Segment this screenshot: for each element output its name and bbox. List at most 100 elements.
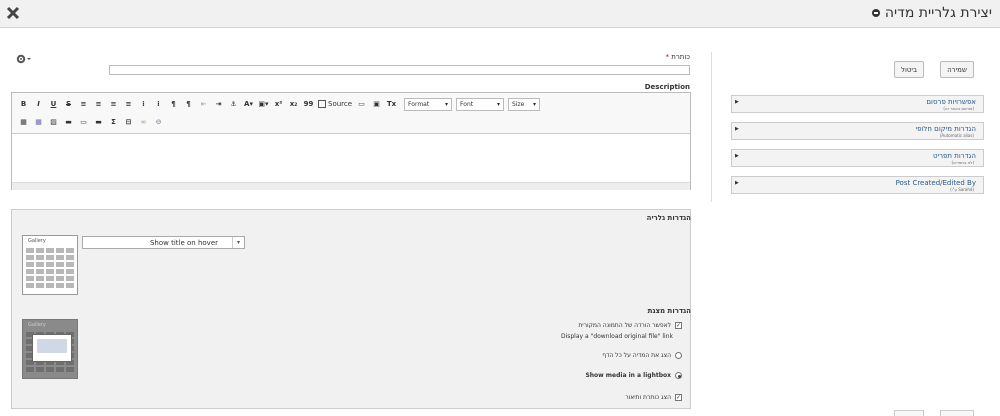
align-left-icon[interactable]: ≡	[76, 97, 91, 112]
description-label: Description	[644, 83, 690, 91]
align-center-icon[interactable]: ≡	[91, 97, 106, 112]
media-icon[interactable]: ▬	[61, 115, 76, 130]
save-button[interactable]: שמירה	[940, 61, 974, 78]
chevron-down-icon: ▾	[533, 100, 537, 108]
bold-button[interactable]: B	[16, 97, 31, 112]
display-settings-title: הגדרות מצגת	[647, 307, 691, 315]
column-divider	[711, 52, 712, 202]
publishing-options-panel[interactable]: ▶ אפשרויות פרסום (פורסם באתר זה)	[731, 95, 984, 113]
embed-icon[interactable]: ▭	[76, 115, 91, 130]
bullet-list-icon[interactable]: ⁝	[136, 97, 151, 112]
expand-icon: ▶	[735, 153, 739, 159]
iframe-icon[interactable]: ⊟	[121, 115, 136, 130]
rtl-icon[interactable]: ¶	[166, 97, 181, 112]
paste-icon[interactable]: ▣	[369, 97, 384, 112]
font-label: Font	[460, 100, 474, 108]
title-input[interactable]	[109, 65, 690, 75]
show-title-option[interactable]: ✓ הצג כותרת ותיאור	[625, 394, 682, 401]
fullpage-option[interactable]: הצג את המדיה על כל הדף	[602, 352, 682, 359]
image-icon[interactable]: ▨	[46, 115, 61, 130]
ltr-icon[interactable]: ¶	[181, 97, 196, 112]
link-icon[interactable]: ∞	[136, 115, 151, 130]
panel-subtitle: (לא בתפריט)	[951, 160, 974, 165]
editor-content-area[interactable]	[12, 133, 690, 183]
grid-icon[interactable]: ▦	[31, 115, 46, 130]
underline-button[interactable]: U	[46, 97, 61, 112]
size-select[interactable]: Size ▾	[508, 97, 541, 111]
gallery-grid-thumbnail: Gallery	[22, 235, 78, 295]
source-button[interactable]: Source	[316, 97, 354, 112]
title-label-text: כותרת	[671, 53, 690, 61]
cancel-button[interactable]: ביטול	[894, 61, 924, 78]
url-alias-panel[interactable]: ▶ הגדרות מיקום חלופי (Automatic alias)	[731, 122, 984, 140]
strikethrough-button[interactable]: S	[61, 97, 76, 112]
bg-color-icon[interactable]: ▣▾	[256, 97, 271, 112]
panel-subtitle: (פורסם באתר זה)	[943, 106, 974, 111]
panel-title: הגדרות מיקום חלופי	[915, 125, 976, 133]
italic-button[interactable]: I	[31, 97, 46, 112]
lightbox-option[interactable]: Show media in a lightbox	[585, 372, 682, 379]
font-select[interactable]: Font ▾	[456, 97, 505, 111]
menu-settings-panel[interactable]: ▶ הגדרות תפריט (לא בתפריט)	[731, 149, 984, 167]
thumbnail-grid	[26, 248, 76, 288]
justify-icon[interactable]: ≡	[121, 97, 136, 112]
subscript-icon[interactable]: x₂	[286, 97, 301, 112]
gallery-settings-title: הגדרות גלריה	[646, 214, 691, 222]
fullpage-radio[interactable]	[675, 352, 682, 359]
unlink-icon[interactable]: ⊖	[151, 115, 166, 130]
collapse-icon[interactable]	[871, 9, 880, 17]
download-original-label: לאפשר הורדה של התמונה המקורית	[578, 322, 671, 329]
dialog-title-text: יצירת גלריית מדיה	[884, 5, 992, 21]
blockquote-icon[interactable]: 99	[301, 97, 316, 112]
panel-subtitle: (ע"י Sarahd)	[950, 187, 974, 192]
lightbox-thumbnail: Gallery	[22, 319, 78, 379]
table-icon[interactable]: ▦	[16, 115, 31, 130]
panel-title: הגדרות תפריט	[933, 152, 976, 160]
lightbox-radio[interactable]	[675, 372, 682, 379]
thumbnail-caption: Gallery	[28, 238, 46, 244]
indent-icon[interactable]: ⇥	[211, 97, 226, 112]
download-original-checkbox[interactable]: ✓	[675, 322, 682, 329]
format-label: Format	[408, 100, 430, 108]
align-right-icon[interactable]: ≡	[106, 97, 121, 112]
authoring-info-panel[interactable]: ▶ Post Created/Edited By (ע"י Sarahd)	[731, 176, 984, 194]
numbered-list-icon[interactable]: ⁝	[151, 97, 166, 112]
expand-icon: ▶	[735, 180, 739, 186]
expand-icon: ▶	[735, 126, 739, 132]
format-select[interactable]: Format ▾	[404, 97, 453, 111]
chevron-down-icon: ▾	[497, 100, 501, 108]
text-color-icon[interactable]: A▾	[241, 97, 256, 112]
hover-behavior-select[interactable]: Show title on hover ▾	[82, 236, 245, 249]
outdent-icon[interactable]: ⇤	[196, 97, 211, 112]
bottom-cancel-button[interactable]	[894, 410, 924, 416]
source-icon	[318, 100, 326, 108]
bottom-save-button[interactable]	[940, 410, 974, 416]
panel-title: Post Created/Edited By	[895, 179, 976, 187]
editor-toolbar-row2: ▦ ▦ ▨ ▬ ▭ ▬ Σ ⊟ ∞ ⊖	[16, 113, 166, 131]
source-label: Source	[328, 100, 353, 108]
remove-format-icon[interactable]: Tx	[384, 97, 399, 112]
dialog-header: יצירת גלריית מדיה	[0, 0, 1000, 28]
lightbox-preview	[32, 334, 72, 362]
show-title-label: הצג כותרת ותיאור	[625, 394, 671, 401]
panel-title: אפשרויות פרסום	[926, 98, 976, 106]
close-icon[interactable]	[2, 2, 24, 24]
horizontal-rule-icon[interactable]: ▭	[354, 97, 369, 112]
lightbox-label: Show media in a lightbox	[585, 372, 671, 379]
superscript-icon[interactable]: x²	[271, 97, 286, 112]
editor-resize-handle[interactable]	[12, 183, 690, 190]
required-marker: *	[665, 53, 670, 61]
title-label: * כותרת	[666, 53, 691, 61]
anchor-icon[interactable]: ⚓	[226, 97, 241, 112]
lightbox-image	[37, 339, 67, 353]
rich-text-editor: B I U S ≡ ≡ ≡ ≡ ⁝ ⁝ ¶ ¶ ⇤ ⇥ ⚓ A▾ ▣▾ x² x…	[11, 92, 691, 190]
dialog-title: יצירת גלריית מדיה	[871, 5, 992, 21]
show-title-checkbox[interactable]: ✓	[675, 394, 682, 401]
gear-icon[interactable]	[16, 54, 32, 66]
panel-subtitle: (Automatic alias)	[939, 133, 974, 138]
chevron-down-icon: ▾	[232, 237, 244, 248]
sigma-icon[interactable]: Σ	[106, 115, 121, 130]
video-icon[interactable]: ▬	[91, 115, 106, 130]
editor-toolbar-row1: B I U S ≡ ≡ ≡ ≡ ⁝ ⁝ ¶ ¶ ⇤ ⇥ ⚓ A▾ ▣▾ x² x…	[16, 95, 544, 113]
download-original-option[interactable]: ✓ לאפשר הורדה של התמונה המקורית	[578, 322, 682, 329]
